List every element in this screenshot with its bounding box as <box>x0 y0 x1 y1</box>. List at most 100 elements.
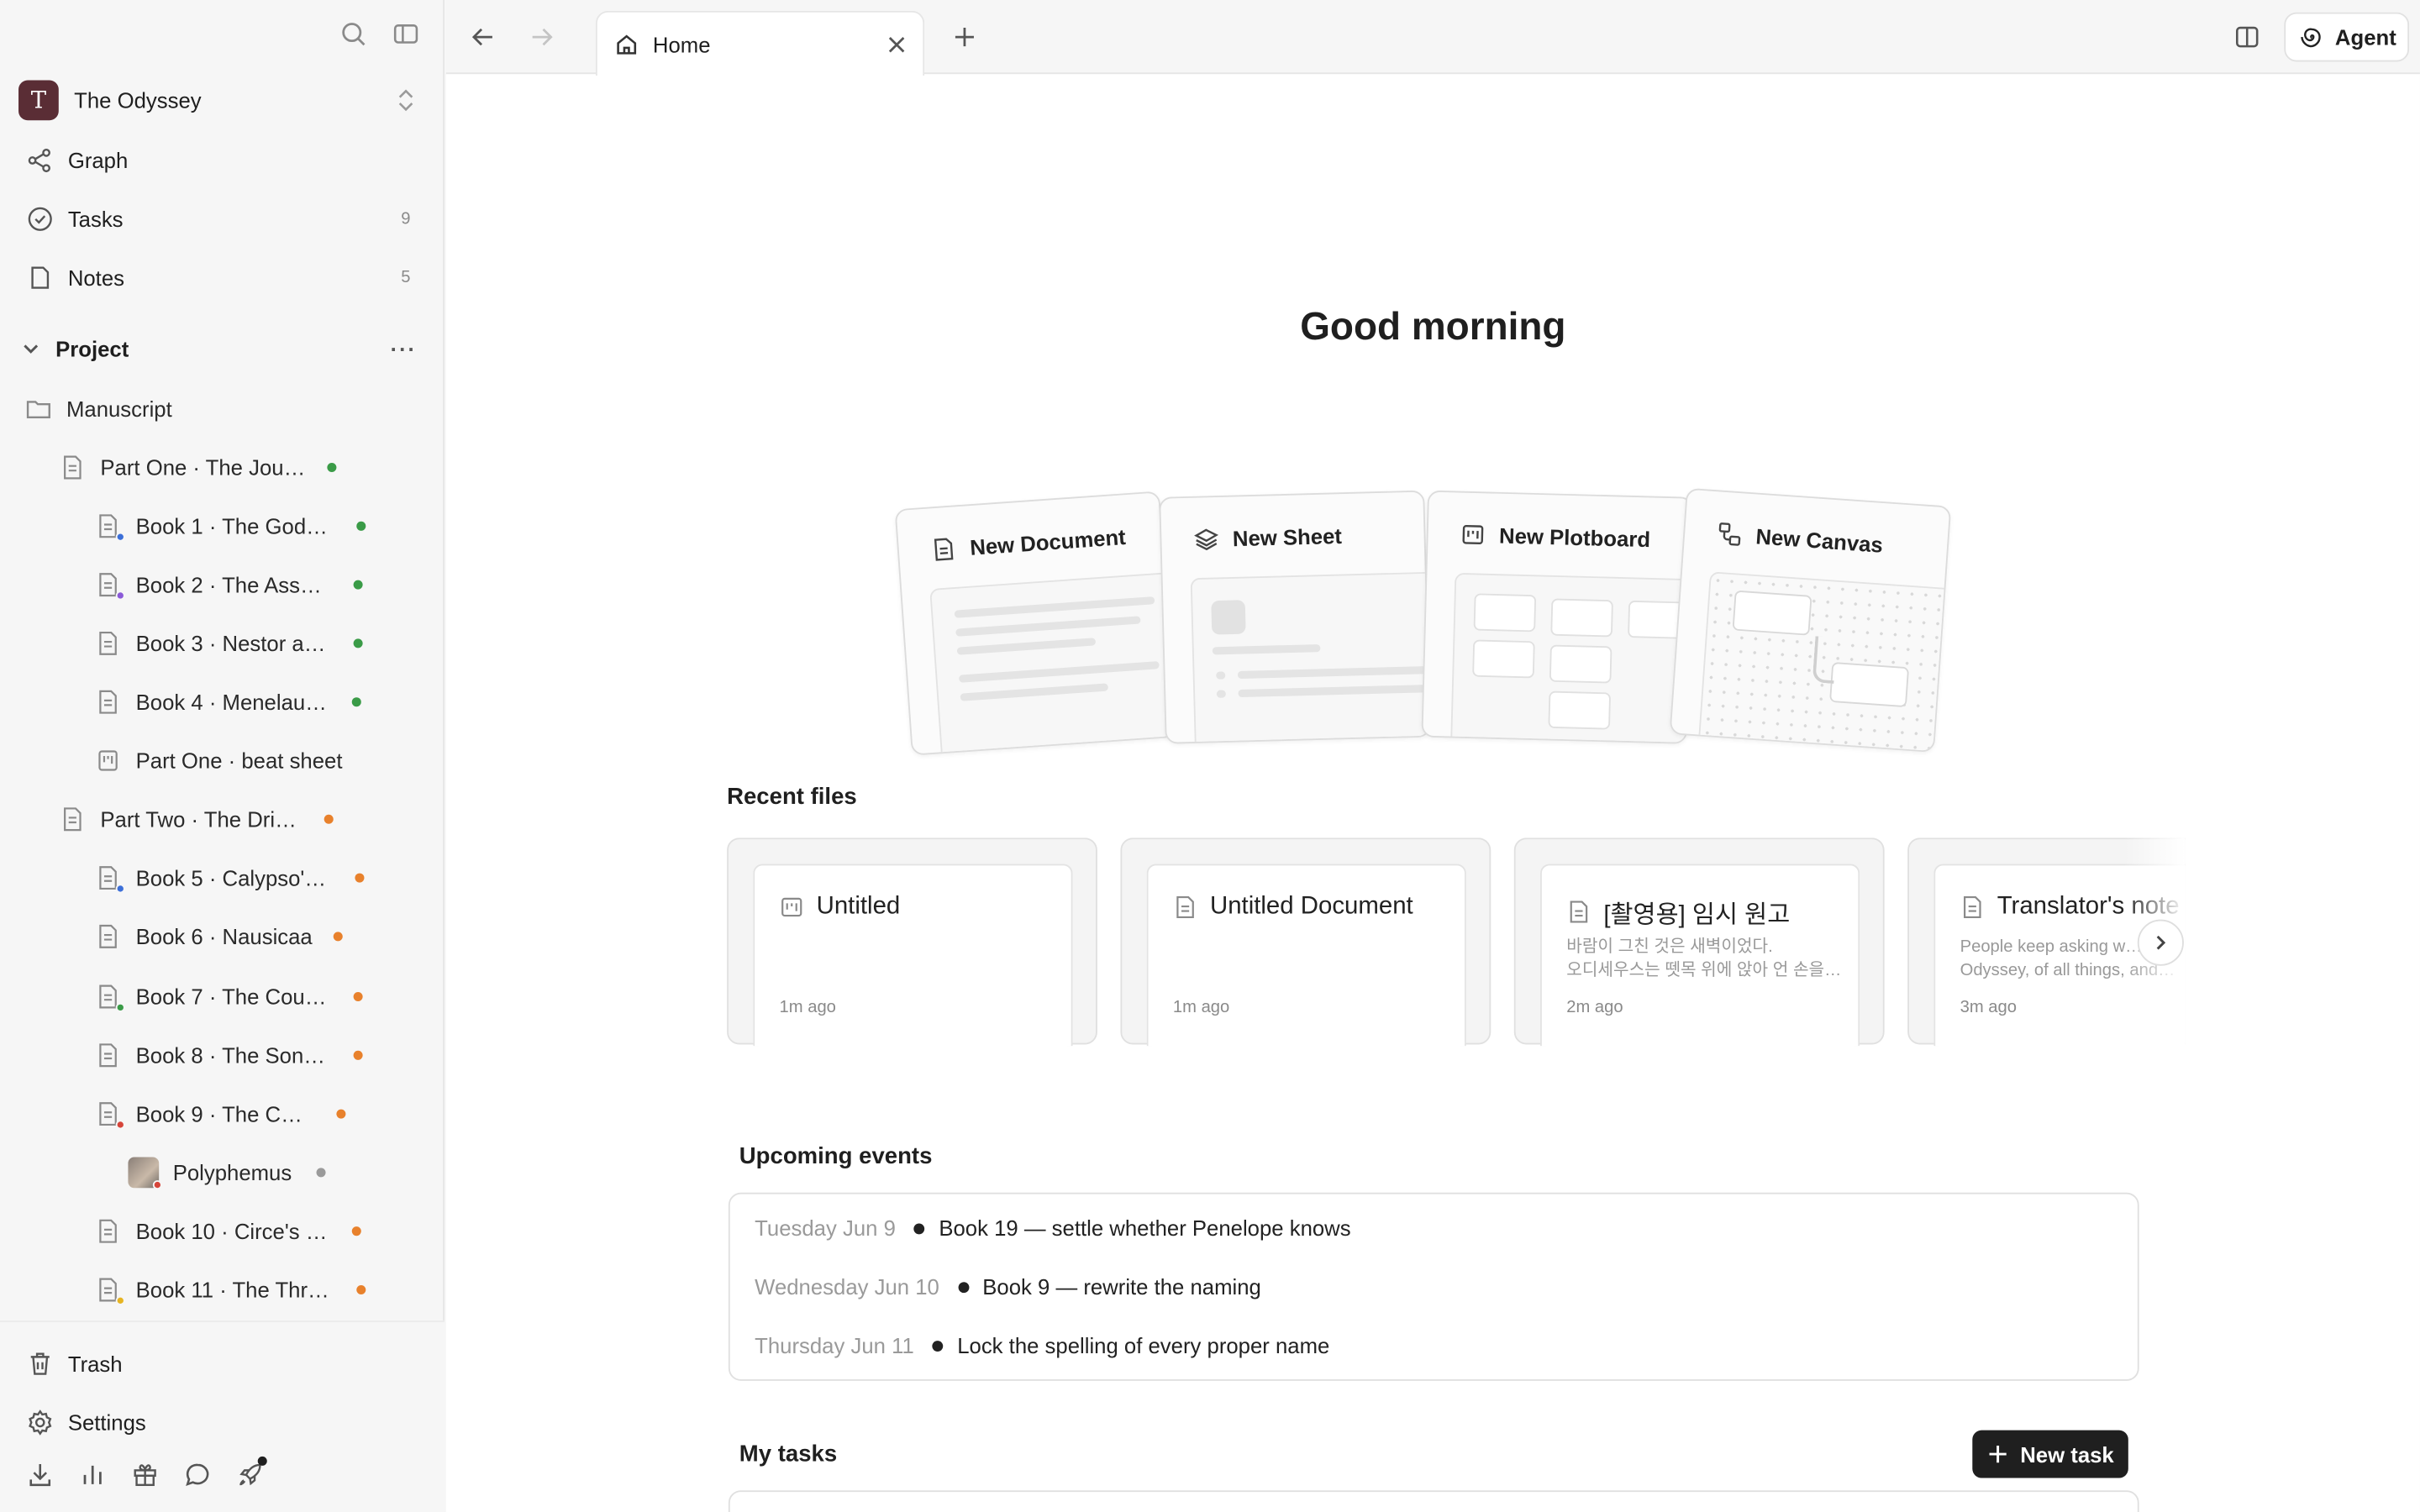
status-dot <box>356 521 366 531</box>
nav-notes[interactable]: Notes 5 <box>24 258 419 298</box>
back-arrow-icon[interactable] <box>468 22 499 53</box>
tree-item-book-3[interactable]: Book 3 · Nestor a… <box>94 625 363 662</box>
folder-icon <box>24 395 52 423</box>
agent-button[interactable]: Agent <box>2284 12 2410 62</box>
document-icon <box>929 534 959 564</box>
stats-icon[interactable] <box>77 1460 108 1491</box>
status-dot <box>336 1109 346 1119</box>
canvas-icon <box>1715 519 1744 549</box>
tree-item-book-9[interactable]: Book 9 · The C… <box>94 1095 346 1132</box>
status-dot <box>353 1050 363 1060</box>
tree-item-book-1[interactable]: Book 1 · The God… <box>94 507 366 544</box>
home-icon <box>613 30 640 58</box>
file-card[interactable]: [촬영용] 임시 원고 바람이 그친 것은 새벽이었다. 오디세우스는 뗏목 위… <box>1513 837 1885 1047</box>
workspace-switcher[interactable]: T The Odyssey <box>18 80 423 121</box>
status-dot <box>327 463 337 473</box>
nav-notes-count: 5 <box>401 268 411 287</box>
tree-item-label: Manuscript <box>66 396 172 422</box>
template-new-document[interactable]: New Document <box>894 491 1177 756</box>
split-view-icon[interactable] <box>2232 22 2263 53</box>
download-icon[interactable] <box>24 1460 55 1491</box>
tree-item-label: Book 3 · Nestor a… <box>135 631 326 656</box>
gift-icon[interactable] <box>129 1460 160 1491</box>
status-dot <box>355 873 365 883</box>
tree-item-book-8[interactable]: Book 8 · The Son… <box>94 1037 363 1074</box>
trash-icon <box>24 1348 55 1379</box>
template-new-canvas[interactable]: New Canvas <box>1669 487 1952 753</box>
template-label: New Document <box>969 524 1127 560</box>
chat-icon[interactable] <box>182 1460 213 1491</box>
avatar <box>128 1157 162 1190</box>
tree-item-label: Book 11 · The Thr… <box>135 1277 329 1303</box>
chevron-right-icon[interactable] <box>2137 919 2184 966</box>
event-text: Book 19 — settle whether Penelope knows <box>939 1215 1351 1241</box>
tree-item-book-10[interactable]: Book 10 · Circe's … <box>94 1213 361 1250</box>
sidebar: T The Odyssey Graph Tasks 9 Notes 5 Proj… <box>0 0 445 1512</box>
file-time: 2m ago <box>1566 998 1623 1017</box>
tree-item-book-6[interactable]: Book 6 · Nausicaa <box>94 918 344 955</box>
tree-item-label: Book 5 · Calypso'… <box>135 865 327 890</box>
tree-item-label: Polyphemus <box>172 1160 292 1185</box>
event-text: Lock the spelling of every proper name <box>957 1332 1330 1358</box>
tree-item-polyphemus[interactable]: Polyphemus <box>128 1154 326 1191</box>
tree-item-book-7[interactable]: Book 7 · The Cou… <box>94 978 364 1015</box>
tree-item-label: Book 6 · Nausicaa <box>135 924 313 949</box>
tree-item-label: Book 10 · Circe's … <box>135 1218 328 1244</box>
tree-item-part-one[interactable]: Part One · The Jou… <box>59 449 337 486</box>
graph-icon <box>24 145 55 176</box>
status-dot <box>353 638 363 648</box>
file-card[interactable]: Untitled Document 1m ago <box>1120 837 1491 1047</box>
nav-tasks[interactable]: Tasks 9 <box>24 199 419 239</box>
nav-graph[interactable]: Graph <box>24 140 419 181</box>
gear-icon <box>24 1407 55 1438</box>
more-icon[interactable]: ··· <box>391 336 417 360</box>
template-new-sheet[interactable]: New Sheet <box>1159 490 1431 744</box>
tree-item-book-2[interactable]: Book 2 · The Ass… <box>94 566 364 603</box>
search-icon[interactable] <box>338 18 369 50</box>
sidebar-tools <box>24 1456 267 1491</box>
template-preview <box>929 570 1177 756</box>
tree-item-label: Part One · The Jou… <box>100 454 306 480</box>
event-text: Book 9 — rewrite the naming <box>982 1274 1261 1299</box>
event-item[interactable]: Wednesday Jun 10 Book 9 — rewrite the nam… <box>755 1274 1261 1299</box>
file-title: [촬영용] 임시 원고 <box>1603 902 1791 929</box>
tab-bar: Home Agent <box>445 0 2420 76</box>
recent-files-title: Recent files <box>727 784 857 811</box>
file-card[interactable]: Untitled 1m ago <box>727 837 1097 1047</box>
tree-item-book-4[interactable]: Book 4 · Menelau… <box>94 684 361 721</box>
event-date: Wednesday Jun 10 <box>755 1274 939 1299</box>
plus-icon[interactable] <box>950 22 981 53</box>
tree-item-label: Part Two · The Dri… <box>100 806 297 832</box>
nav-trash[interactable]: Trash <box>24 1344 419 1384</box>
document-icon <box>1566 900 1591 924</box>
project-section-header[interactable]: Project ··· <box>18 332 423 365</box>
tree-item-book-5[interactable]: Book 5 · Calypso'… <box>94 859 365 896</box>
document-icon <box>94 1100 125 1130</box>
rocket-icon[interactable] <box>234 1456 267 1491</box>
file-card-body: [촬영용] 임시 원고 바람이 그친 것은 새벽이었다. 오디세우스는 뗏목 위… <box>1540 864 1860 1047</box>
template-new-plotboard[interactable]: New Plotboard <box>1421 490 1693 744</box>
document-icon <box>94 983 125 1012</box>
tree-item-part-two[interactable]: Part Two · The Dri… <box>59 801 334 837</box>
sidebar-toggle-icon[interactable] <box>391 18 422 50</box>
nav-tasks-count: 9 <box>401 209 411 228</box>
document-icon <box>94 688 122 716</box>
tree-item-book-11[interactable]: Book 11 · The Thr… <box>94 1271 366 1308</box>
nav-settings[interactable]: Settings <box>24 1403 419 1443</box>
status-dot <box>354 991 364 1002</box>
file-time: 1m ago <box>1172 998 1230 1017</box>
document-icon <box>94 922 122 950</box>
tree-folder-manuscript[interactable]: Manuscript <box>24 391 172 428</box>
tree-item-beat-sheet[interactable]: Part One · beat sheet <box>94 742 342 779</box>
tab-home-label: Home <box>652 31 711 57</box>
template-preview <box>1190 571 1431 744</box>
event-item[interactable]: Thursday Jun 11 Lock the spelling of ever… <box>755 1333 1329 1357</box>
close-icon[interactable] <box>886 33 908 55</box>
document-icon <box>1173 895 1197 919</box>
tab-home[interactable]: Home <box>595 10 925 76</box>
event-item[interactable]: Tuesday Jun 9 Book 19 — settle whether Pe… <box>755 1215 1350 1240</box>
event-date: Tuesday Jun 9 <box>755 1215 896 1241</box>
status-dot <box>354 580 364 590</box>
new-task-button[interactable]: New task <box>1972 1430 2128 1478</box>
forward-arrow-icon[interactable] <box>526 22 557 53</box>
